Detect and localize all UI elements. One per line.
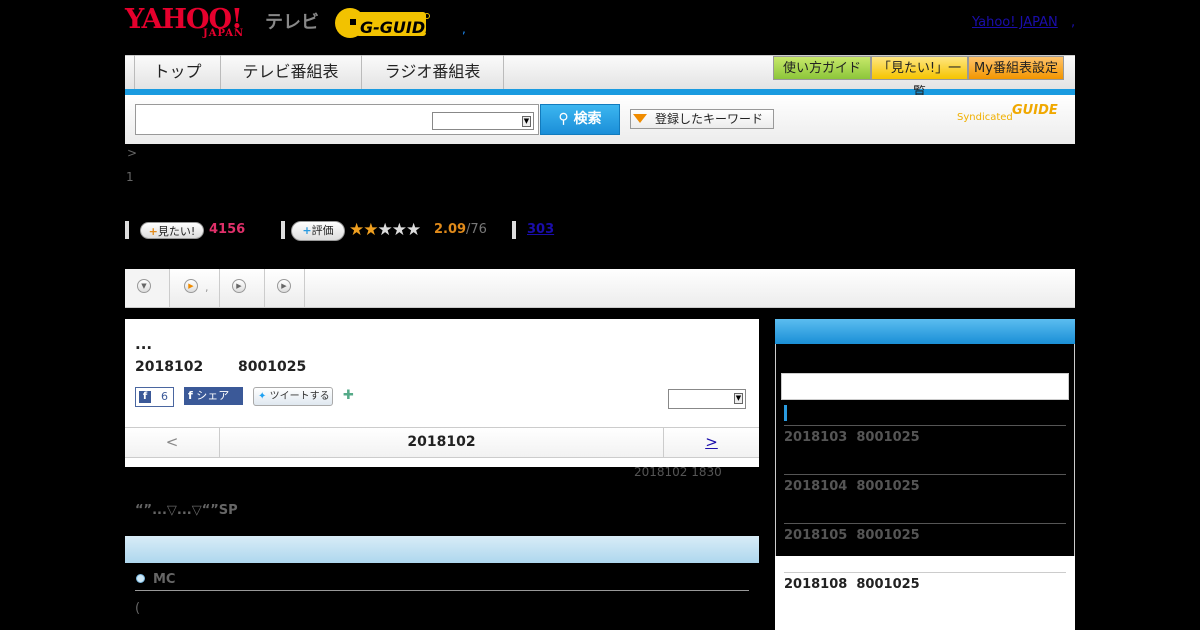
sidebar-marker [784, 405, 787, 421]
facebook-icon: f [139, 391, 151, 403]
sidebar-item-date: 2018103 [784, 430, 848, 445]
sidebar-item-3[interactable]: 2018108 8001025 [784, 577, 920, 592]
tab-item-1[interactable]: ▶ , [170, 269, 220, 307]
tab-radio-listings[interactable]: ラジオ番組表 [362, 55, 504, 89]
breadcrumb-number: 1 [126, 170, 134, 184]
yahoo-japan-link[interactable]: Yahoo! JAPAN [972, 15, 1058, 30]
program-channel: 8001025 [238, 359, 307, 375]
link-separator: , [1071, 15, 1076, 30]
sidebar-item-channel: 8001025 [856, 528, 920, 543]
stat-divider [125, 221, 129, 239]
tweet-label: ツイートする [269, 391, 330, 402]
cast-text: ( [135, 601, 141, 616]
syndicated-label: Syndicated [957, 112, 1013, 123]
rate-label: 評価 [311, 224, 334, 237]
program-title: ... [135, 335, 153, 353]
tv-logo[interactable]: テレビ [265, 8, 319, 34]
usage-guide-button[interactable]: 使い方ガイド [773, 56, 871, 80]
tab-item-2[interactable]: ▶ [220, 269, 265, 307]
prev-date-button[interactable]: < [125, 428, 220, 457]
star-filled-icon: ★★ [349, 220, 379, 240]
tab-item-label: , [205, 281, 209, 294]
program-date: 2018102 [135, 359, 204, 375]
divider [784, 572, 1066, 573]
chevron-down-icon: ▼ [137, 279, 151, 293]
sidebar-item-1[interactable]: 2018104 8001025 [784, 479, 920, 494]
facebook-icon: f [188, 389, 193, 402]
air-time: 2018102 1830 [634, 465, 722, 479]
chevron-down-icon: ▼ [522, 116, 531, 127]
current-date: 2018102 [407, 434, 476, 450]
facebook-share-button[interactable]: f シェア [184, 387, 243, 405]
next-date-link[interactable]: > [663, 428, 759, 457]
facebook-like-button[interactable]: f 6 [135, 387, 174, 407]
sidebar-item-channel: 8001025 [856, 430, 920, 445]
search-button-label: 検索 [573, 111, 602, 127]
sidebar-search-box[interactable] [781, 373, 1069, 400]
facebook-like-count: 6 [161, 390, 168, 403]
tab-item-0[interactable]: ▼ [125, 269, 170, 307]
search-icon: ⚲ [558, 111, 569, 127]
twitter-bird-icon: ✦ [258, 391, 267, 402]
stat-divider [281, 221, 285, 239]
breadcrumb-arrow: > [127, 146, 138, 160]
sidebar-white-area [775, 556, 1075, 630]
yahoo-japan-logo-sub: JAPAN [203, 28, 245, 39]
gguide-logo-text: G-GUIDE [360, 18, 430, 37]
star-empty-icon: ★★★ [377, 220, 421, 240]
bullet-icon [136, 574, 145, 583]
sidebar-item-date: 2018105 [784, 528, 848, 543]
sidebar-item-date: 2018108 [784, 577, 848, 592]
divider [784, 523, 1066, 524]
tab-item-3[interactable]: ▶ [265, 269, 305, 307]
gguide-logo[interactable]: G-GUIDE [334, 6, 436, 40]
sidebar-item-date: 2018104 [784, 479, 848, 494]
divider [784, 425, 1066, 426]
chevron-down-icon: ▼ [734, 393, 743, 404]
section-header-band [125, 536, 759, 563]
divider [135, 590, 749, 591]
play-icon: ▶ [184, 279, 198, 293]
play-icon: ▶ [277, 279, 291, 293]
search-category-select[interactable]: ▼ [432, 112, 534, 130]
mitai-count: 4156 [209, 222, 246, 237]
plus-icon: + [148, 225, 158, 238]
sidebar-header [775, 319, 1075, 344]
mitai-label: 見たい! [157, 225, 196, 238]
search-button[interactable]: ⚲ 検索 [540, 104, 620, 135]
my-listings-settings-button[interactable]: My番組表設定 [968, 56, 1064, 80]
tweet-button[interactable]: ✦ ツイートする [253, 387, 333, 406]
rating-stars: ★★★★★ [349, 220, 421, 240]
play-icon: ▶ [232, 279, 246, 293]
facebook-share-label: シェア [196, 389, 230, 402]
rate-button[interactable]: +評価 [291, 221, 345, 241]
header-separator: , [462, 22, 466, 36]
divider [784, 474, 1066, 475]
tab-tv-listings[interactable]: テレビ番組表 [220, 55, 362, 89]
rating-count: /76 [466, 222, 487, 237]
tab-top[interactable]: トップ [134, 55, 221, 89]
plus-icon: + [302, 224, 312, 237]
program-action-select[interactable]: ▼ [668, 389, 746, 409]
mitai-button[interactable]: +見たい! [140, 222, 204, 239]
registered-keywords-button[interactable]: 登録したキーワード [630, 109, 774, 129]
add-calendar-icon[interactable]: ✚ [343, 388, 359, 404]
sidebar-item-channel: 8001025 [856, 479, 920, 494]
program-subtitle: “”...▽...▽“”SP [135, 503, 238, 518]
sidebar-item-2[interactable]: 2018105 8001025 [784, 528, 920, 543]
sidebar-item-channel: 8001025 [856, 577, 920, 592]
syndicated-gguide-logo: GUIDE [1012, 103, 1058, 118]
mitai-list-button[interactable]: 「見たい!」一覧 [871, 56, 968, 100]
dropdown-arrow-icon [633, 114, 647, 123]
stat-divider [512, 221, 516, 239]
rating-value: 2.09 [434, 222, 467, 237]
review-count-link[interactable]: 303 [527, 222, 554, 237]
sidebar-item-0[interactable]: 2018103 8001025 [784, 430, 920, 445]
mc-heading: MC [153, 572, 176, 587]
